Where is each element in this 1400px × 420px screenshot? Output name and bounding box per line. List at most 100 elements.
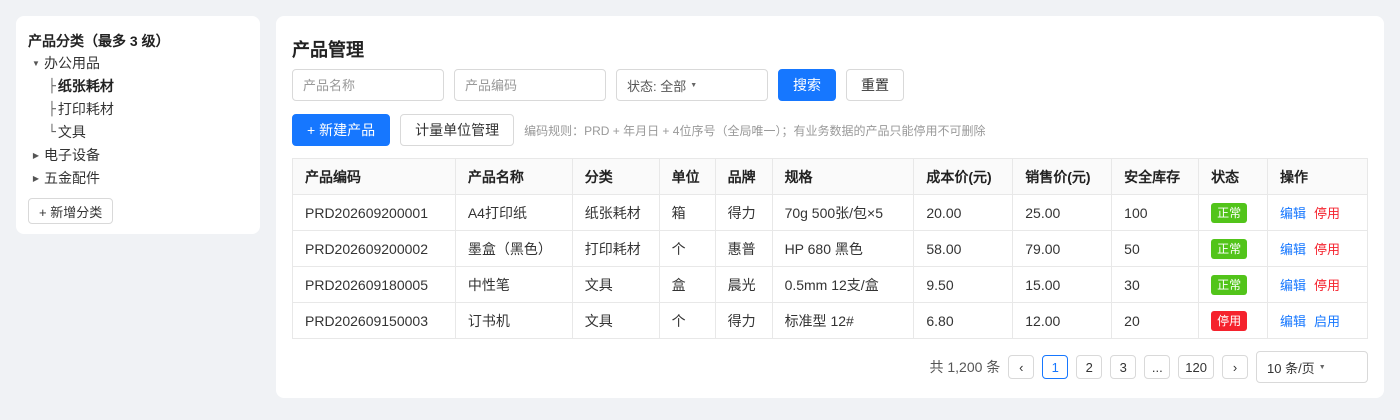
- product-table: 产品编码 产品名称 分类 单位 品牌 规格 成本价(元) 销售价(元) 安全库存…: [292, 158, 1368, 339]
- column-header[interactable]: 规格: [771, 158, 915, 195]
- cell-stock: 20: [1111, 302, 1200, 339]
- cell-brand: 晨光: [714, 266, 773, 303]
- caret-down-icon[interactable]: ▼: [28, 52, 44, 75]
- enable-link[interactable]: 启用: [1314, 314, 1340, 329]
- page-ellipsis[interactable]: ...: [1144, 355, 1171, 379]
- tree-node-print[interactable]: ├ 打印耗材: [28, 98, 248, 121]
- cell-category: 文具: [571, 302, 660, 339]
- tree-branch-icon: ├: [48, 102, 56, 117]
- cell-actions: 编辑 停用: [1267, 266, 1368, 303]
- cell-price: 12.00: [1012, 302, 1113, 339]
- product-management-panel: 产品管理 状态: 全部 ▼ 搜索 重置 + 新建产品 计量单位管理 编码规则：P…: [276, 16, 1384, 398]
- table-row: PRD202609200001 A4打印纸 纸张耗材 箱 得力 70g 500张…: [292, 194, 1368, 231]
- column-header[interactable]: 销售价(元): [1012, 158, 1113, 195]
- column-header[interactable]: 安全库存: [1111, 158, 1200, 195]
- cell-unit: 个: [658, 302, 716, 339]
- tree-node-label: 纸张耗材: [57, 78, 114, 94]
- cell-spec: HP 680 黑色: [771, 230, 915, 267]
- cell-name: 墨盒（黑色）: [454, 230, 573, 267]
- cell-actions: 编辑 停用: [1267, 194, 1368, 231]
- column-header[interactable]: 产品名称: [454, 158, 573, 195]
- page-button-1[interactable]: 1: [1042, 355, 1069, 379]
- edit-link[interactable]: 编辑: [1280, 278, 1306, 293]
- cell-brand: 惠普: [714, 230, 773, 267]
- tree-node-label: 打印耗材: [57, 101, 114, 117]
- status-badge: 正常: [1211, 238, 1248, 259]
- tree-node-hardware[interactable]: ▶ 五金配件: [28, 167, 248, 190]
- cell-status: 正常: [1198, 194, 1268, 231]
- unit-management-button[interactable]: 计量单位管理: [400, 114, 515, 146]
- tree-node-label: 文具: [57, 124, 86, 140]
- column-header[interactable]: 品牌: [714, 158, 773, 195]
- tree-node-office[interactable]: ▼ 办公用品: [28, 52, 248, 75]
- page-size-select[interactable]: 10 条/页 ▼: [1256, 351, 1368, 383]
- disable-link[interactable]: 停用: [1314, 242, 1340, 257]
- cell-brand: 得力: [714, 302, 773, 339]
- cell-actions: 编辑 启用: [1267, 302, 1368, 339]
- column-header[interactable]: 分类: [571, 158, 660, 195]
- cell-unit: 箱: [658, 194, 716, 231]
- cell-price: 15.00: [1012, 266, 1113, 303]
- cell-spec: 70g 500张/包×5: [771, 194, 915, 231]
- caret-right-icon[interactable]: ▶: [28, 167, 44, 190]
- product-name-input[interactable]: [292, 69, 444, 101]
- pagination: 共 1,200 条 ‹ 1 2 3 ... 120 › 10 条/页 ▼: [929, 351, 1368, 383]
- reset-button[interactable]: 重置: [846, 69, 904, 101]
- column-header[interactable]: 单位: [658, 158, 716, 195]
- chevron-down-icon: ▼: [1318, 363, 1326, 371]
- cell-cost: 9.50: [913, 266, 1014, 303]
- filter-bar: 状态: 全部 ▼ 搜索 重置: [292, 69, 904, 101]
- page-button-3[interactable]: 3: [1110, 355, 1137, 379]
- table-row: PRD202609200002 墨盒（黑色） 打印耗材 个 惠普 HP 680 …: [292, 230, 1368, 267]
- tree-node-paper[interactable]: ├ 纸张耗材: [28, 75, 248, 98]
- table-row: PRD202609180005 中性笔 文具 盒 晨光 0.5mm 12支/盒 …: [292, 266, 1368, 303]
- column-header[interactable]: 成本价(元): [913, 158, 1014, 195]
- disable-link[interactable]: 停用: [1314, 206, 1340, 221]
- cell-price: 25.00: [1012, 194, 1113, 231]
- search-button[interactable]: 搜索: [778, 69, 836, 101]
- cell-cost: 58.00: [913, 230, 1014, 267]
- cell-status: 正常: [1198, 266, 1268, 303]
- cell-code: PRD202609180005: [292, 266, 456, 303]
- cell-unit: 盒: [658, 266, 716, 303]
- cell-stock: 50: [1111, 230, 1200, 267]
- action-bar: + 新建产品 计量单位管理 编码规则：PRD + 年月日 + 4位序号（全局唯一…: [292, 114, 985, 146]
- cell-code: PRD202609200002: [292, 230, 456, 267]
- edit-link[interactable]: 编辑: [1280, 206, 1306, 221]
- cell-code: PRD202609150003: [292, 302, 456, 339]
- next-page-button[interactable]: ›: [1222, 355, 1248, 379]
- column-header[interactable]: 产品编码: [292, 158, 456, 195]
- tree-node-stationery[interactable]: └ 文具: [28, 121, 248, 144]
- product-code-input[interactable]: [454, 69, 606, 101]
- tree-node-label: 办公用品: [44, 55, 100, 71]
- table-row: PRD202609150003 订书机 文具 个 得力 标准型 12# 6.80…: [292, 302, 1368, 339]
- cell-name: 订书机: [454, 302, 573, 339]
- column-header[interactable]: 状态: [1198, 158, 1268, 195]
- prev-page-button[interactable]: ‹: [1008, 355, 1035, 379]
- cell-cost: 20.00: [913, 194, 1014, 231]
- cell-category: 纸张耗材: [571, 194, 660, 231]
- add-category-button[interactable]: + 新增分类: [28, 198, 114, 224]
- cell-stock: 100: [1111, 194, 1200, 231]
- page-size-value: 10 条/页: [1267, 360, 1315, 376]
- cell-spec: 0.5mm 12支/盒: [771, 266, 915, 303]
- cell-code: PRD202609200001: [292, 194, 456, 231]
- disable-link[interactable]: 停用: [1314, 278, 1340, 293]
- cell-stock: 30: [1111, 266, 1200, 303]
- tree-node-electronics[interactable]: ▶ 电子设备: [28, 144, 248, 167]
- status-badge: 正常: [1211, 202, 1248, 223]
- caret-right-icon[interactable]: ▶: [28, 144, 44, 167]
- cell-category: 文具: [571, 266, 660, 303]
- edit-link[interactable]: 编辑: [1280, 242, 1306, 257]
- edit-link[interactable]: 编辑: [1280, 314, 1306, 329]
- new-product-button[interactable]: + 新建产品: [292, 114, 391, 146]
- page-button-last[interactable]: 120: [1178, 355, 1214, 379]
- cell-status: 停用: [1198, 302, 1268, 339]
- page-title: 产品管理: [292, 40, 364, 60]
- column-header: 操作: [1267, 158, 1368, 195]
- status-select[interactable]: 状态: 全部 ▼: [616, 69, 768, 101]
- cell-unit: 个: [658, 230, 716, 267]
- page-button-2[interactable]: 2: [1076, 355, 1103, 379]
- code-rule-hint: 编码规则：PRD + 年月日 + 4位序号（全局唯一）；有业务数据的产品只能停用…: [524, 123, 986, 138]
- tree-branch-icon: ├: [48, 79, 56, 94]
